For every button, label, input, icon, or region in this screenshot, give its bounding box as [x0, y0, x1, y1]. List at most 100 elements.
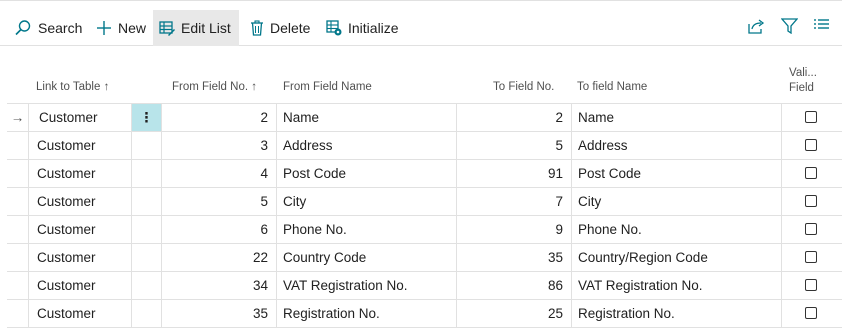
row-menu-button[interactable]: [132, 300, 162, 327]
link-to-table-cell[interactable]: Customer: [29, 272, 132, 299]
table-row[interactable]: Customer 3 Address 5 Address: [7, 132, 842, 160]
to-field-no-cell[interactable]: 7: [457, 188, 572, 215]
to-field-name-cell[interactable]: Name: [572, 104, 782, 131]
validate-field-checkbox[interactable]: [805, 223, 817, 235]
validate-field-cell: [782, 300, 842, 327]
from-field-no-cell[interactable]: 6: [162, 216, 277, 243]
row-marker: →: [7, 104, 29, 131]
field-mapping-table: → Customer ⋮ 2 Name 2 Name Customer 3 Address 5 Add…: [7, 103, 842, 328]
column-header-from-field-name[interactable]: From Field Name: [283, 81, 372, 93]
link-to-table-cell[interactable]: Customer: [29, 132, 132, 159]
filter-icon[interactable]: [780, 18, 799, 39]
sort-ascending-icon: ↑: [251, 81, 257, 93]
link-to-table-cell[interactable]: Customer: [29, 104, 132, 131]
row-menu-button[interactable]: [132, 272, 162, 299]
from-field-name-cell[interactable]: Phone No.: [277, 216, 457, 243]
row-menu-button[interactable]: [132, 160, 162, 187]
validate-field-cell: [782, 188, 842, 215]
edit-list-button[interactable]: Edit List: [153, 10, 239, 46]
link-to-table-cell[interactable]: Customer: [29, 188, 132, 215]
column-header-link-to-table[interactable]: Link to Table ↑: [36, 81, 109, 93]
row-marker: [7, 300, 29, 327]
to-field-name-cell[interactable]: Post Code: [572, 160, 782, 187]
to-field-no-cell[interactable]: 91: [457, 160, 572, 187]
edit-list-label: Edit List: [181, 20, 231, 36]
list-view-icon[interactable]: [814, 18, 829, 37]
row-marker: [7, 216, 29, 243]
validate-field-cell: [782, 216, 842, 243]
validate-field-checkbox[interactable]: [805, 307, 817, 319]
table-row[interactable]: → Customer ⋮ 2 Name 2 Name: [7, 104, 842, 132]
row-menu-button[interactable]: [132, 188, 162, 215]
table-row[interactable]: Customer 5 City 7 City: [7, 188, 842, 216]
link-to-table-cell[interactable]: Customer: [29, 300, 132, 327]
validate-field-checkbox[interactable]: [805, 139, 817, 151]
from-field-name-cell[interactable]: Post Code: [277, 160, 457, 187]
validate-field-cell: [782, 272, 842, 299]
row-menu-button[interactable]: [132, 216, 162, 243]
column-header-to-field-name[interactable]: To field Name: [577, 81, 647, 93]
to-field-name-cell[interactable]: Address: [572, 132, 782, 159]
from-field-no-cell[interactable]: 2: [162, 104, 277, 131]
from-field-name-cell[interactable]: Name: [277, 104, 457, 131]
validate-field-checkbox[interactable]: [805, 279, 817, 291]
link-to-table-cell[interactable]: Customer: [29, 216, 132, 243]
share-icon[interactable]: [748, 18, 765, 39]
row-menu-button[interactable]: [132, 244, 162, 271]
column-header-to-field-no[interactable]: To Field No.: [493, 81, 554, 93]
table-row[interactable]: Customer 6 Phone No. 9 Phone No.: [7, 216, 842, 244]
from-field-name-cell[interactable]: City: [277, 188, 457, 215]
from-field-no-cell[interactable]: 4: [162, 160, 277, 187]
from-field-no-cell[interactable]: 3: [162, 132, 277, 159]
to-field-no-cell[interactable]: 2: [457, 104, 572, 131]
initialize-label: Initialize: [348, 20, 399, 36]
initialize-icon: [326, 20, 342, 36]
row-marker: [7, 132, 29, 159]
row-menu-button[interactable]: ⋮: [132, 104, 162, 131]
search-label: Search: [38, 20, 83, 36]
row-marker: [7, 160, 29, 187]
link-to-table-cell[interactable]: Customer: [29, 244, 132, 271]
validate-field-checkbox[interactable]: [805, 111, 817, 123]
to-field-name-cell[interactable]: VAT Registration No.: [572, 272, 782, 299]
column-header-validate-field[interactable]: Vali... Field: [789, 66, 817, 96]
row-marker: [7, 244, 29, 271]
from-field-name-cell[interactable]: Address: [277, 132, 457, 159]
new-label: New: [118, 20, 147, 36]
validate-field-cell: [782, 244, 842, 271]
link-to-table-cell[interactable]: Customer: [29, 160, 132, 187]
trash-icon: [250, 20, 264, 36]
to-field-name-cell[interactable]: Registration No.: [572, 300, 782, 327]
to-field-name-cell[interactable]: Country/Region Code: [572, 244, 782, 271]
table-row[interactable]: Customer 4 Post Code 91 Post Code: [7, 160, 842, 188]
to-field-no-cell[interactable]: 9: [457, 216, 572, 243]
validate-field-checkbox[interactable]: [805, 167, 817, 179]
new-button[interactable]: New: [90, 10, 152, 46]
table-row[interactable]: Customer 22 Country Code 35 Country/Region C…: [7, 244, 842, 272]
to-field-no-cell[interactable]: 86: [457, 272, 572, 299]
row-marker: [7, 188, 29, 215]
to-field-no-cell[interactable]: 5: [457, 132, 572, 159]
to-field-name-cell[interactable]: Phone No.: [572, 216, 782, 243]
to-field-no-cell[interactable]: 35: [457, 244, 572, 271]
from-field-no-cell[interactable]: 5: [162, 188, 277, 215]
row-menu-button[interactable]: [132, 132, 162, 159]
edit-list-icon: [159, 20, 175, 36]
from-field-name-cell[interactable]: Registration No.: [277, 300, 457, 327]
from-field-no-cell[interactable]: 22: [162, 244, 277, 271]
validate-field-checkbox[interactable]: [805, 251, 817, 263]
to-field-no-cell[interactable]: 25: [457, 300, 572, 327]
table-row[interactable]: Customer 35 Registration No. 25 Registration…: [7, 300, 842, 328]
column-header-from-field-no[interactable]: From Field No. ↑: [172, 81, 257, 93]
validate-field-checkbox[interactable]: [805, 195, 817, 207]
from-field-name-cell[interactable]: Country Code: [277, 244, 457, 271]
initialize-button[interactable]: Initialize: [320, 10, 405, 46]
to-field-name-cell[interactable]: City: [572, 188, 782, 215]
validate-field-cell: [782, 104, 842, 131]
from-field-name-cell[interactable]: VAT Registration No.: [277, 272, 457, 299]
from-field-no-cell[interactable]: 35: [162, 300, 277, 327]
from-field-no-cell[interactable]: 34: [162, 272, 277, 299]
delete-button[interactable]: Delete: [244, 10, 316, 46]
table-row[interactable]: Customer 34 VAT Registration No. 86 VAT Regi…: [7, 272, 842, 300]
search-button[interactable]: Search: [8, 10, 88, 46]
